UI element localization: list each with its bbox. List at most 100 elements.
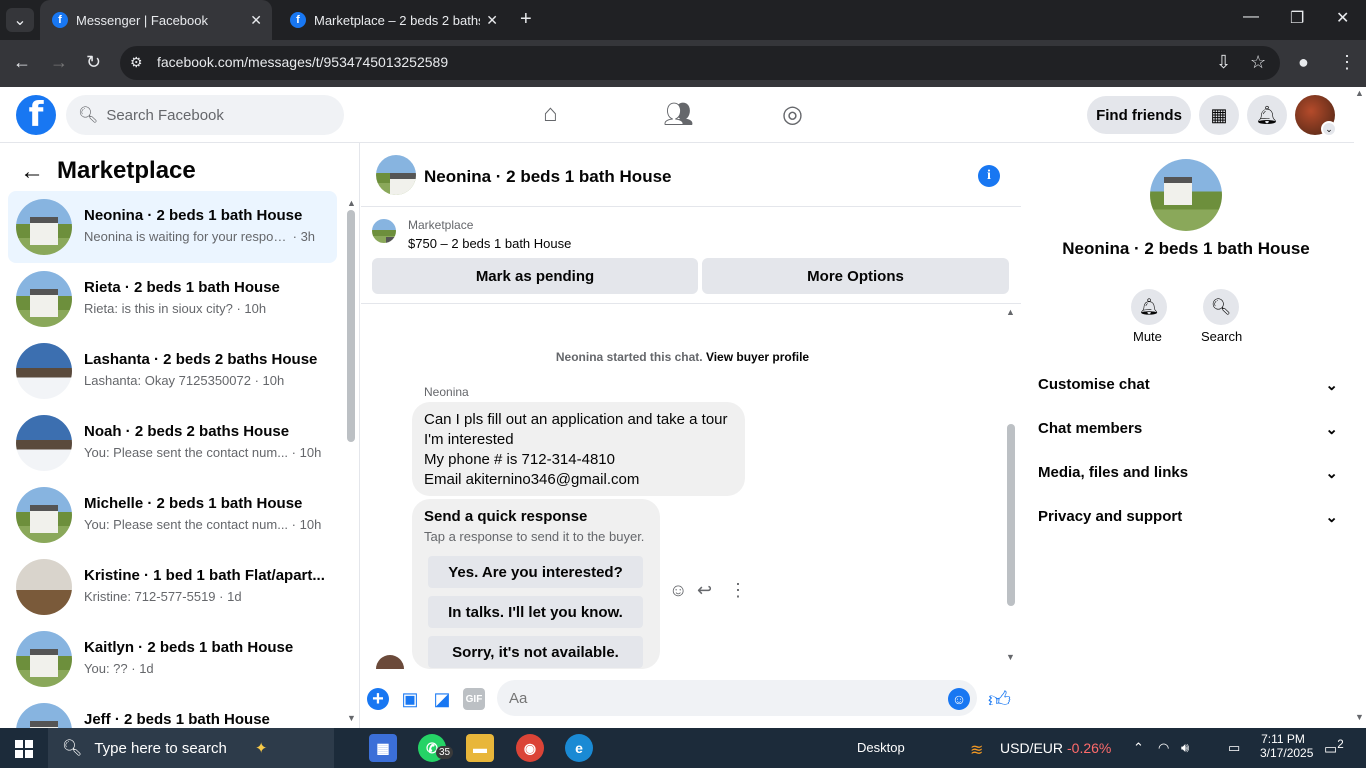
section-customise-chat[interactable]: Customise chat ⌄ (1038, 376, 1338, 394)
section-media-files-links[interactable]: Media, files and links ⌄ (1038, 464, 1338, 482)
close-window-button[interactable]: ✕ (1336, 8, 1349, 28)
site-info-icon[interactable]: ⚙ (130, 54, 143, 71)
windows-start-icon[interactable] (15, 740, 33, 758)
page-scroll-down-icon[interactable]: ▼ (1355, 712, 1364, 722)
conversation-item[interactable]: Jeff · 2 beds 1 bath House (8, 695, 337, 728)
conversation-preview: You: ?? (84, 661, 128, 676)
listing-thumbnail (16, 271, 72, 327)
store-icon[interactable]: ▦ (369, 734, 397, 762)
quick-reply-button[interactable]: In talks. I'll let you know. (428, 596, 643, 628)
scroll-down-arrow-icon[interactable]: ▼ (1006, 652, 1015, 662)
message-input[interactable] (497, 680, 977, 716)
edge-icon[interactable]: e (565, 734, 593, 762)
chat-avatar[interactable] (376, 155, 416, 195)
mark-as-pending-button[interactable]: Mark as pending (372, 258, 698, 294)
sender-avatar[interactable] (376, 655, 404, 669)
facebook-logo-icon[interactable]: f (16, 95, 56, 135)
conversation-item[interactable]: Michelle · 2 beds 1 bath House You: Plea… (8, 479, 337, 551)
conversation-time: · 10h (236, 301, 267, 316)
menu-grid-icon[interactable]: ▦ (1199, 95, 1239, 135)
forward-button[interactable]: → (50, 52, 68, 73)
file-explorer-icon[interactable]: ▬ (466, 734, 494, 762)
tray-chevron-up-icon[interactable]: ⌃ (1133, 740, 1144, 756)
currency-change: -0.26% (1067, 740, 1112, 756)
chrome-icon[interactable]: ◉ (516, 734, 544, 762)
home-icon[interactable]: ⌂ (543, 100, 558, 128)
thumbs-up-icon[interactable]: 👍︎ (988, 686, 1011, 713)
chat-scrollbar[interactable] (1007, 424, 1015, 606)
tab-search-button[interactable]: ⌄ (6, 8, 34, 32)
more-actions-icon[interactable]: ⋮ (729, 580, 747, 601)
back-arrow-icon[interactable]: ← (20, 158, 44, 186)
url-text[interactable]: facebook.com/messages/t/9534745013252589 (157, 54, 448, 70)
notifications-icon[interactable]: ▭2 (1324, 738, 1344, 758)
photo-icon[interactable]: ▣ (399, 688, 421, 710)
conversation-item[interactable]: Neonina · 2 beds 1 bath House Neonina is… (8, 191, 337, 263)
conversation-item[interactable]: Rieta · 2 beds 1 bath House Rieta: is th… (8, 263, 337, 335)
sticker-icon[interactable]: ◪ (431, 688, 453, 710)
chat-title[interactable]: Neonina · 2 beds 1 bath House (424, 167, 672, 187)
groups-icon[interactable]: ◎ (782, 100, 803, 129)
reply-icon[interactable]: ↩ (697, 580, 712, 601)
menu-kebab-icon[interactable]: ⋮ (1338, 52, 1356, 73)
conversation-item[interactable]: Lashanta · 2 beds 2 baths House Lashanta… (8, 335, 337, 407)
bookmark-star-icon[interactable]: ☆ (1250, 52, 1266, 73)
tab-marketplace[interactable]: f Marketplace – 2 beds 2 baths H ✕ (278, 0, 508, 40)
scroll-down-arrow-icon[interactable]: ▼ (347, 713, 356, 723)
message-bubble[interactable]: Can I pls fill out an application and ta… (412, 402, 745, 496)
reload-button[interactable]: ↻ (86, 52, 101, 73)
search-facebook-input[interactable]: 🔍︎ Search Facebook (66, 95, 344, 135)
conversation-preview: Rieta: is this in sioux city? (84, 301, 233, 316)
mute-bell-icon[interactable]: 🔔︎ (1131, 289, 1167, 325)
facebook-favicon-icon: f (290, 12, 306, 28)
conversation-time: · 1d (131, 661, 154, 676)
gif-icon[interactable]: GIF (463, 688, 485, 710)
new-tab-button[interactable]: + (520, 8, 532, 31)
notifications-bell-icon[interactable]: 🔔︎ (1247, 95, 1287, 135)
find-friends-button[interactable]: Find friends (1087, 96, 1191, 134)
quick-reply-button[interactable]: Sorry, it's not available. (428, 636, 643, 668)
tab-messenger[interactable]: f Messenger | Facebook ✕ (40, 0, 272, 40)
react-emoji-icon[interactable]: ☺ (669, 580, 687, 601)
search-icon[interactable]: 🔍︎ (1203, 289, 1239, 325)
message-line: My phone # is 712-314-4810 (424, 451, 615, 468)
battery-icon[interactable]: ▭ (1228, 740, 1240, 756)
conversation-item[interactable]: Kristine · 1 bed 1 bath Flat/apart... Kr… (8, 551, 337, 623)
desktop-toolbar[interactable]: Desktop (857, 740, 905, 755)
friends-icon[interactable]: 👥︎ (663, 100, 693, 129)
conversation-list-scrollbar[interactable] (347, 210, 355, 442)
conversation-name: Rieta · 2 beds 1 bath House (84, 279, 280, 296)
close-tab-icon[interactable]: ✕ (486, 12, 498, 29)
restore-button[interactable]: ❐ (1290, 8, 1304, 28)
taskbar-search[interactable]: 🔍︎ Type here to search ✦ (48, 728, 334, 768)
network-icon[interactable]: ◠ (1158, 740, 1169, 756)
section-chat-members[interactable]: Chat members ⌄ (1038, 420, 1338, 438)
info-icon[interactable]: i (978, 165, 1000, 187)
scroll-up-arrow-icon[interactable]: ▲ (347, 198, 356, 208)
section-privacy-support[interactable]: Privacy and support ⌄ (1038, 508, 1338, 526)
quick-response-title: Send a quick response (424, 508, 588, 525)
page-scroll-up-icon[interactable]: ▲ (1355, 88, 1364, 98)
volume-icon[interactable]: 🔊︎ (1181, 740, 1189, 756)
plus-icon[interactable]: + (367, 688, 389, 710)
conversation-item[interactable]: Kaitlyn · 2 beds 1 bath House You: ?? · … (8, 623, 337, 695)
scroll-up-arrow-icon[interactable]: ▲ (1006, 307, 1015, 317)
chevron-down-icon[interactable]: ⌄ (1321, 121, 1337, 137)
conversation-item[interactable]: Noah · 2 beds 2 baths House You: Please … (8, 407, 337, 479)
close-tab-icon[interactable]: ✕ (250, 12, 262, 29)
back-button[interactable]: ← (13, 52, 31, 73)
listing-price[interactable]: $750 – 2 beds 1 bath House (408, 236, 571, 251)
listing-thumbnail[interactable] (372, 219, 396, 243)
quick-reply-button[interactable]: Yes. Are you interested? (428, 556, 643, 588)
profile-icon[interactable]: ● (1298, 52, 1309, 73)
profile-avatar[interactable] (1150, 159, 1222, 231)
more-options-button[interactable]: More Options (702, 258, 1009, 294)
view-buyer-profile-link[interactable]: View buyer profile (706, 350, 809, 364)
install-app-icon[interactable]: ⇩ (1216, 52, 1231, 73)
conversation-time: · 1d (219, 589, 242, 604)
currency-pair[interactable]: USD/EUR (1000, 740, 1063, 756)
clock-date: 3/17/2025 (1260, 746, 1314, 760)
clock[interactable]: 7:11 PM 3/17/2025 (1260, 732, 1314, 760)
emoji-icon[interactable]: ☺ (948, 688, 970, 710)
minimize-button[interactable]: — (1243, 8, 1259, 26)
